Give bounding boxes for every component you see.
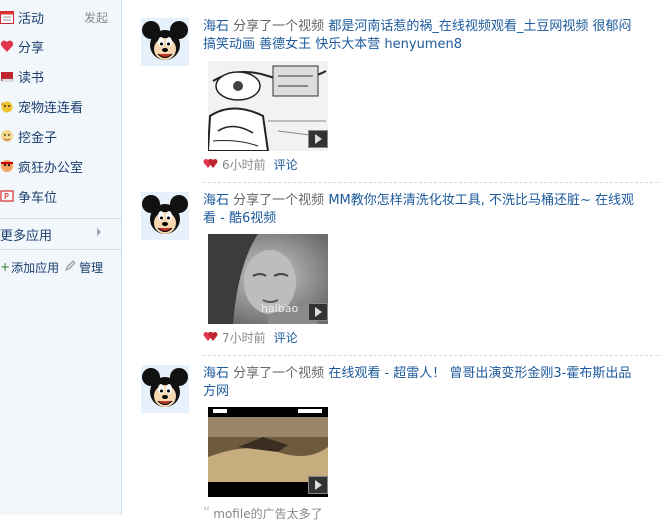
sidebar-item-label: 挖金子 xyxy=(18,130,58,146)
play-icon[interactable] xyxy=(308,130,328,148)
manage-row: + 添加应用 管理 xyxy=(0,258,103,276)
feed-separator xyxy=(203,355,661,356)
pencil-icon xyxy=(65,260,76,274)
more-apps-label: 更多应用 xyxy=(0,228,53,244)
play-icon[interactable] xyxy=(308,476,328,494)
sidebar-item-label: 读书 xyxy=(18,70,45,86)
sidebar-item-crazy-office[interactable]: 疯狂办公室 xyxy=(0,155,122,177)
comment-link[interactable]: 评论 xyxy=(274,329,298,346)
car-icon: P xyxy=(0,189,14,203)
chevron-right-icon xyxy=(97,228,101,236)
gold-icon xyxy=(0,129,14,143)
sidebar-item-label: 疯狂办公室 xyxy=(18,160,84,176)
user-link[interactable]: 海石 xyxy=(203,19,229,34)
play-icon[interactable] xyxy=(308,303,328,321)
avatar[interactable] xyxy=(141,365,189,413)
sidebar: 活动 发起 分享 读书 宠物连连看 挖金子 疯狂办公室 P 争车位 更多应用 +… xyxy=(0,0,122,515)
sidebar-divider xyxy=(0,218,122,219)
user-link[interactable]: 海石 xyxy=(203,193,229,208)
add-app-link[interactable]: 添加应用 xyxy=(11,259,59,276)
video-title-link-cont[interactable]: 搞笑动画 善德女王 快乐大本营 henyumen8 xyxy=(203,36,661,54)
post-time: 6小时前 xyxy=(222,157,266,172)
book-icon xyxy=(0,69,14,83)
sidebar-divider xyxy=(0,249,122,250)
sidebar-item-pet-match[interactable]: 宠物连连看 xyxy=(0,95,122,117)
calendar-icon xyxy=(0,10,14,24)
video-title-link[interactable]: 在线观看 - 超雷人！ 曾哥出演变形金刚3-霍布斯出品 xyxy=(328,366,631,381)
svg-text:P: P xyxy=(4,192,9,201)
sidebar-item-label: 宠物连连看 xyxy=(18,100,84,116)
manage-link[interactable]: 管理 xyxy=(79,259,103,276)
user-link[interactable]: 海石 xyxy=(203,366,229,381)
post-comment-preview: “ mofile的广告太多了 xyxy=(203,505,323,521)
plus-icon: + xyxy=(0,260,11,274)
comment-preview-text: mofile的广告太多了 xyxy=(213,506,323,521)
avatar[interactable] xyxy=(141,192,189,240)
post-action: 分享了一个视频 xyxy=(233,193,325,208)
post-action: 分享了一个视频 xyxy=(233,19,325,34)
post-action: 分享了一个视频 xyxy=(233,366,325,381)
video-title-link-cont[interactable]: 看 - 酷6视频 xyxy=(203,210,661,228)
video-thumbnail[interactable] xyxy=(208,407,328,497)
post-meta: 7小时前 评论 xyxy=(203,329,298,345)
video-title-link-cont[interactable]: 方网 xyxy=(203,383,661,401)
video-thumbnail[interactable] xyxy=(208,61,328,151)
post-text: 海石 分享了一个视频 MM教你怎样清洗化妆工具, 不洗比马桶还脏~ 在线观 看 … xyxy=(203,192,661,228)
pet-icon xyxy=(0,99,14,113)
post-meta: 6小时前 评论 xyxy=(203,156,298,172)
post-time: 7小时前 xyxy=(222,330,266,345)
launch-activity-link[interactable]: 发起 xyxy=(84,9,108,26)
video-thumbnail[interactable]: haibao xyxy=(208,234,328,324)
comment-link[interactable]: 评论 xyxy=(274,156,298,173)
more-apps-link[interactable]: 更多应用 xyxy=(0,224,122,244)
post-text: 海石 分享了一个视频 在线观看 - 超雷人！ 曾哥出演变形金刚3-霍布斯出品 方… xyxy=(203,365,661,401)
quote-icon: “ xyxy=(203,505,211,521)
sidebar-item-activity[interactable]: 活动 发起 xyxy=(0,6,122,28)
thumbnail-watermark: haibao xyxy=(261,302,299,315)
heart-icon xyxy=(0,39,14,53)
share-hearts-icon xyxy=(203,330,219,345)
sidebar-item-reading[interactable]: 读书 xyxy=(0,65,122,87)
share-hearts-icon xyxy=(203,157,219,172)
sidebar-item-label: 分享 xyxy=(18,40,45,56)
sidebar-item-label: 活动 xyxy=(18,11,45,27)
sidebar-item-parking[interactable]: P 争车位 xyxy=(0,185,122,207)
office-icon xyxy=(0,159,14,173)
sidebar-item-gold-miner[interactable]: 挖金子 xyxy=(0,125,122,147)
video-title-link[interactable]: 都是河南话惹的祸_在线视频观看_土豆网视频 很郁闷 xyxy=(328,19,631,34)
sidebar-item-label: 争车位 xyxy=(18,190,58,206)
feed-separator xyxy=(203,182,661,183)
post-text: 海石 分享了一个视频 都是河南话惹的祸_在线视频观看_土豆网视频 很郁闷 搞笑动… xyxy=(203,18,661,54)
avatar[interactable] xyxy=(141,18,189,66)
sidebar-item-share[interactable]: 分享 xyxy=(0,35,122,57)
video-title-link[interactable]: MM教你怎样清洗化妆工具, 不洗比马桶还脏~ 在线观 xyxy=(328,193,634,208)
